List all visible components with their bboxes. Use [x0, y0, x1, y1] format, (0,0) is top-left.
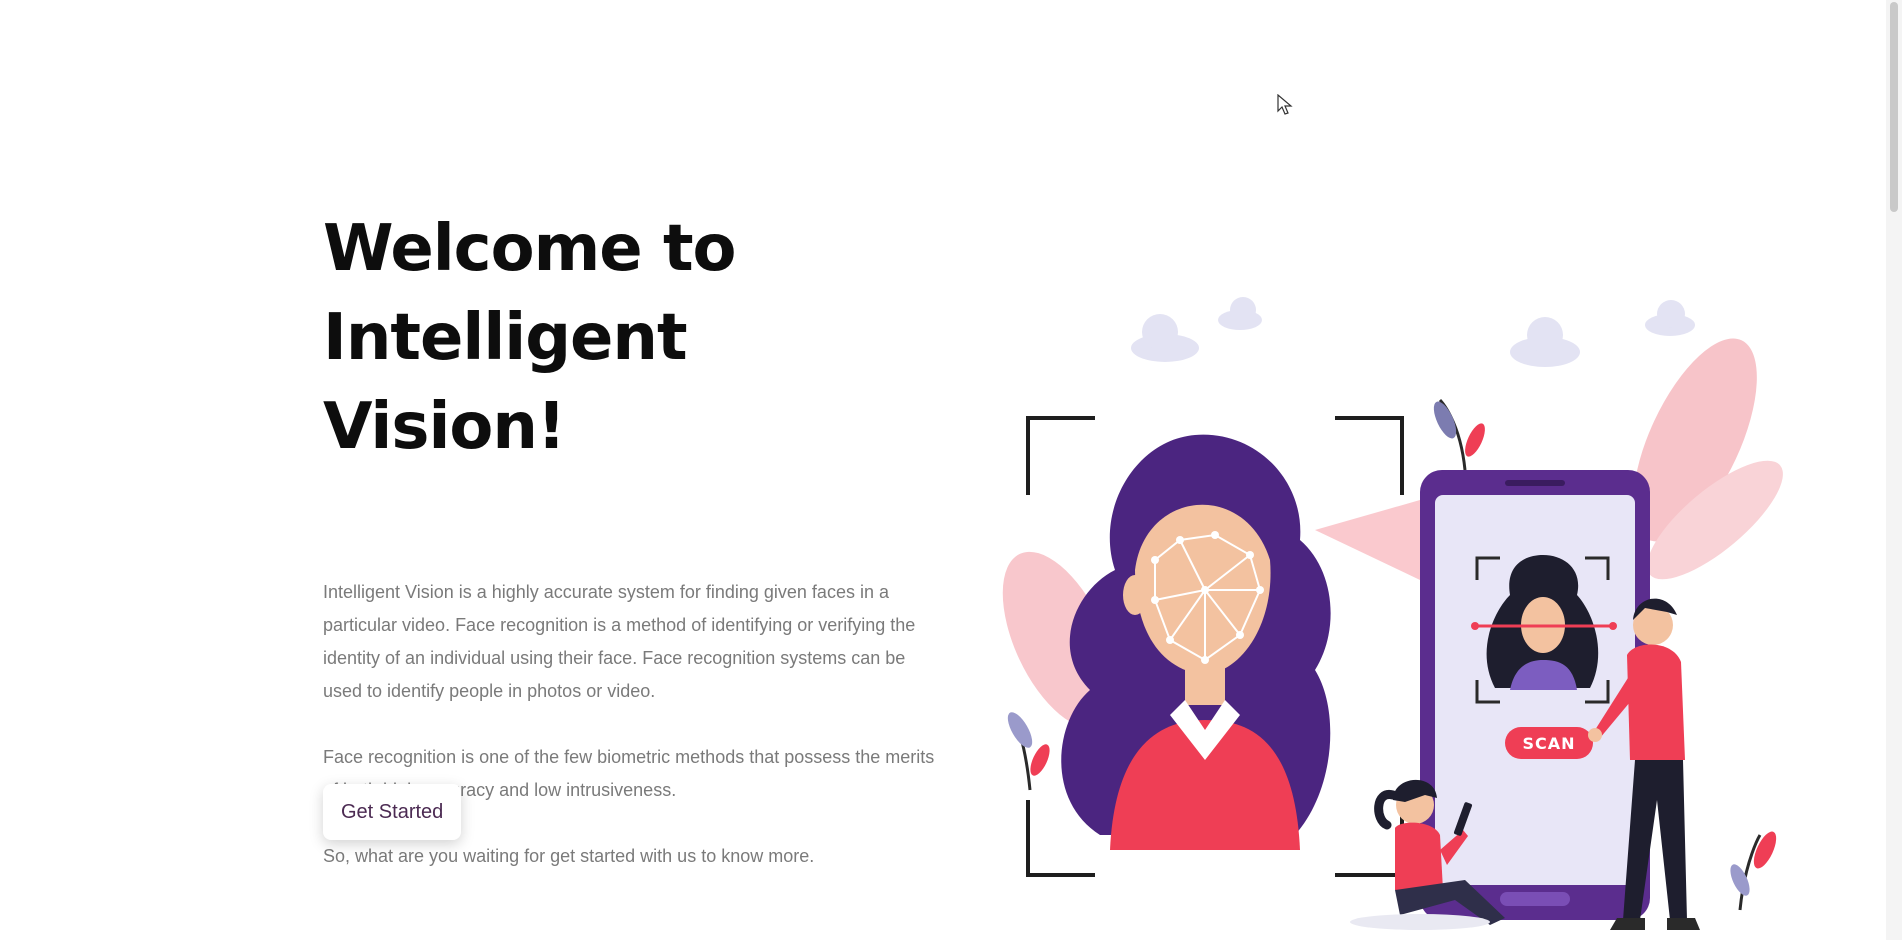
call-to-action-text: So, what are you waiting for get started…	[323, 846, 815, 866]
face-recognition-illustration: SCAN	[1002, 297, 1783, 930]
intro-paragraph: Intelligent Vision is a highly accurate …	[323, 582, 916, 701]
scrollbar-thumb[interactable]	[1890, 2, 1898, 212]
scan-label: SCAN	[1522, 734, 1575, 753]
woman-avatar	[1061, 434, 1331, 850]
vertical-scrollbar[interactable]	[1886, 0, 1902, 940]
page-title: Welcome to Intelligent Vision!	[323, 205, 943, 472]
title-line-2: Intelligent Vision!	[323, 301, 688, 464]
get-started-button[interactable]: Get Started	[323, 784, 462, 840]
mouse-cursor-icon	[1277, 94, 1293, 115]
cloud-icon	[1131, 297, 1695, 367]
scan-beam	[1315, 500, 1420, 580]
hero-section: Welcome to Intelligent Vision! Intellige…	[323, 205, 943, 873]
title-line-1: Welcome to	[323, 212, 736, 286]
